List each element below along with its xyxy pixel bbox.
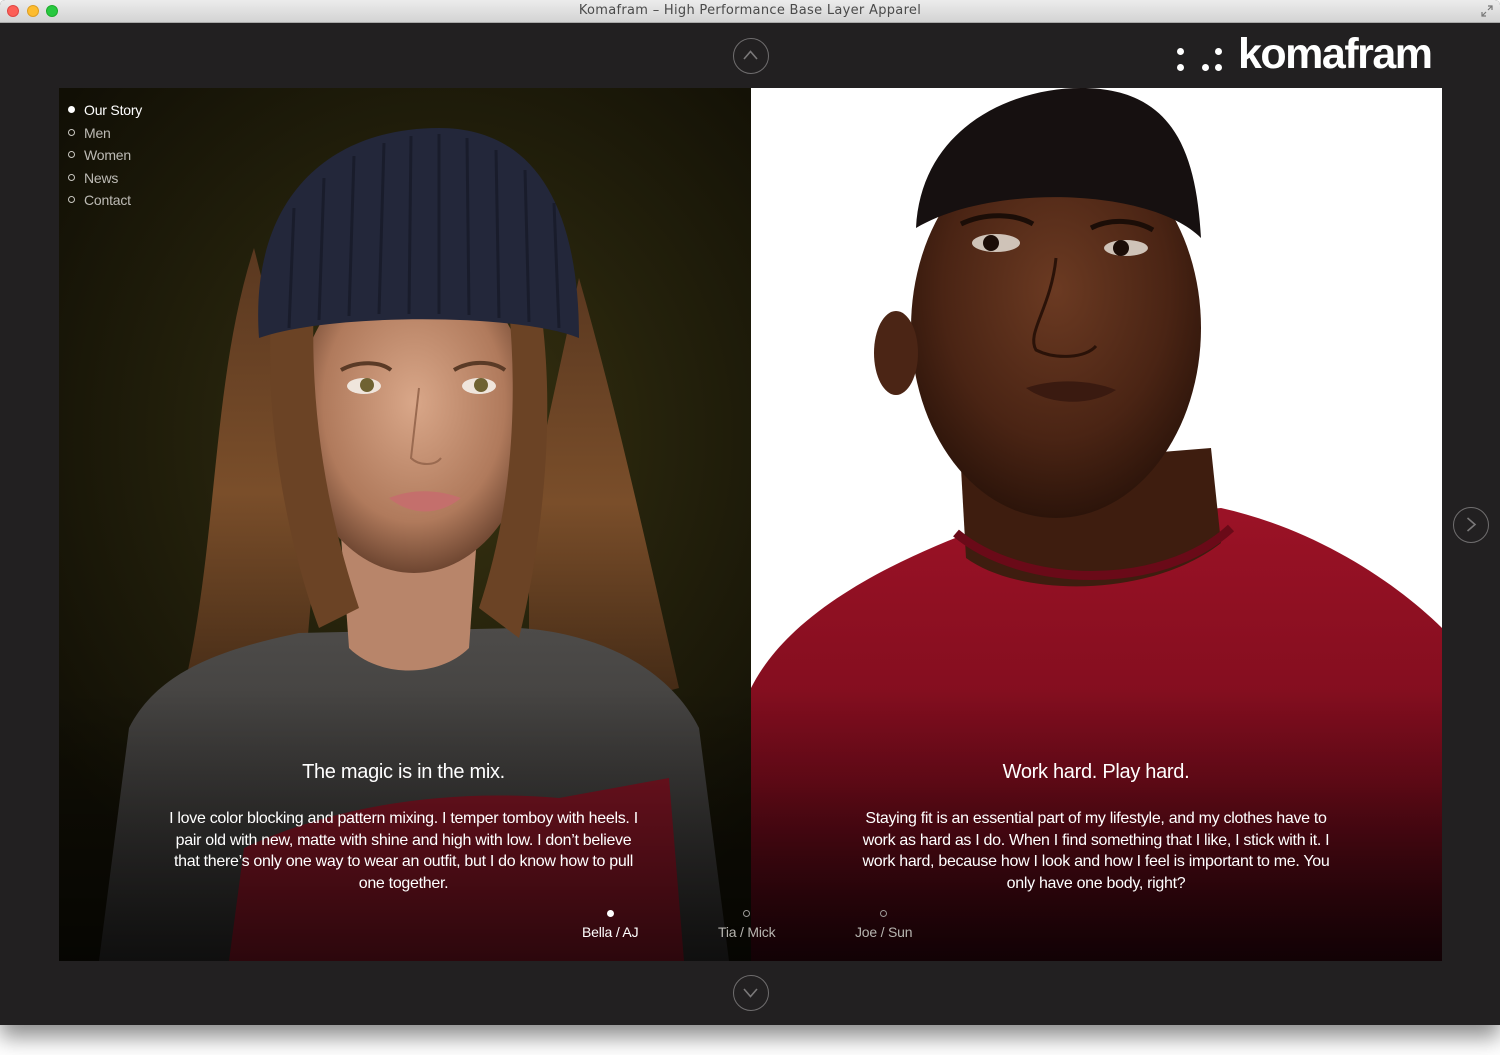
pager-item-tia-mick[interactable]: Tia / Mick <box>718 910 776 942</box>
next-slide-button[interactable] <box>1453 507 1489 543</box>
chevron-right-icon <box>1466 517 1477 532</box>
nav-bullet-icon <box>68 151 75 158</box>
pager-dot-icon <box>743 910 751 917</box>
pager-label: Joe / Sun <box>855 924 913 940</box>
window-title: Komafram – High Performance Base Layer A… <box>578 3 922 18</box>
pager-dot-icon <box>880 910 888 917</box>
nav-item-label: Women <box>84 147 131 163</box>
side-navigation: Our Story Men Women News Contact <box>67 100 142 213</box>
caption-left-headline: The magic is in the mix. <box>302 761 505 783</box>
chevron-down-icon <box>743 988 758 998</box>
pager-item-bella-aj[interactable]: Bella / AJ <box>582 910 639 942</box>
caption-right: Work hard. Play hard. Staying fit is an … <box>855 761 1337 894</box>
caption-left: The magic is in the mix. I love color bl… <box>161 761 646 894</box>
pager-item-joe-sun[interactable]: Joe / Sun <box>855 910 913 942</box>
scroll-down-button[interactable] <box>733 975 769 1011</box>
browser-window: Komafram – High Performance Base Layer A… <box>0 0 1500 1025</box>
nav-bullet-icon <box>68 106 75 113</box>
nav-bullet-icon <box>68 128 75 136</box>
komafram-logo[interactable]: komafram <box>1172 30 1447 79</box>
nav-item-women[interactable]: Women <box>67 145 142 168</box>
nav-item-label: Contact <box>84 192 131 208</box>
nav-item-contact[interactable]: Contact <box>67 190 142 213</box>
nav-item-label: News <box>84 169 119 186</box>
nav-item-men[interactable]: Men <box>67 123 142 146</box>
caption-right-headline: Work hard. Play hard. <box>1002 761 1190 783</box>
caption-right-body: Staying fit is an essential part of my l… <box>862 810 1330 892</box>
chevron-up-icon <box>743 50 758 60</box>
nav-bullet-icon <box>68 173 75 181</box>
nav-item-our-story[interactable]: Our Story <box>67 100 142 123</box>
fullscreen-icon[interactable] <box>1480 4 1494 18</box>
pager-label: Bella / AJ <box>582 924 639 940</box>
logo-mark <box>1172 43 1230 73</box>
nav-item-label: Our Story <box>84 102 143 118</box>
nav-bullet-icon <box>68 196 75 203</box>
scroll-up-button[interactable] <box>733 38 769 74</box>
nav-item-news[interactable]: News <box>67 168 142 191</box>
title-bar: Komafram – High Performance Base Layer A… <box>0 0 1500 23</box>
pager-dot-icon <box>606 910 614 917</box>
caption-left-body: I love color blocking and pattern mixing… <box>169 810 638 892</box>
nav-item-label: Men <box>84 124 111 141</box>
logo-wordmark: komafram <box>1238 30 1433 78</box>
pager-label: Tia / Mick <box>718 924 776 940</box>
